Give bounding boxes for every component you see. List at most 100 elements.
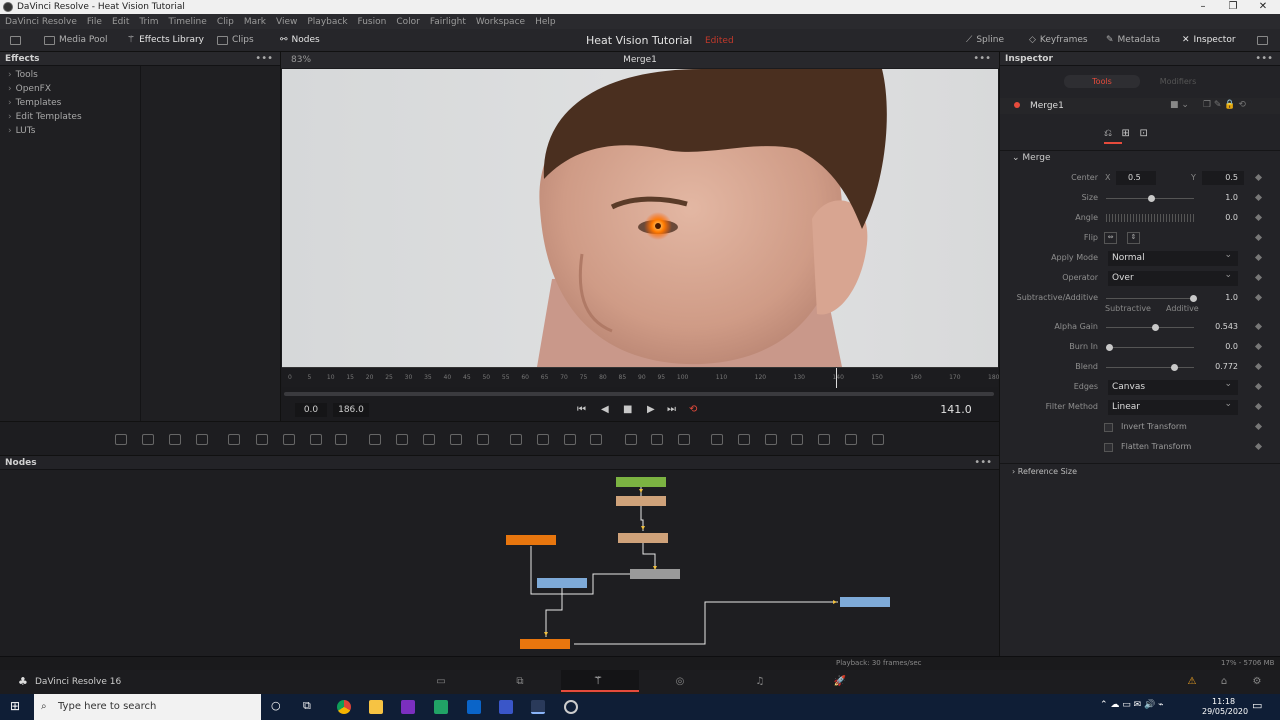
menu-help[interactable]: Help bbox=[530, 17, 561, 27]
center-y-field[interactable]: 0.5 bbox=[1202, 171, 1244, 185]
fusion-tool-icon[interactable] bbox=[115, 434, 127, 445]
file-explorer-icon[interactable] bbox=[369, 700, 383, 714]
chrome-icon[interactable] bbox=[337, 700, 351, 714]
fusion-tool-icon[interactable] bbox=[256, 434, 268, 445]
node-actions-icon[interactable]: ❐ ✎ 🔒 ⟲ bbox=[1203, 100, 1246, 110]
fusion-tool-icon[interactable] bbox=[423, 434, 435, 445]
play-reverse-icon[interactable]: ◀ bbox=[601, 404, 609, 415]
fusion-tool-icon[interactable] bbox=[369, 434, 381, 445]
node-blue-output[interactable] bbox=[840, 597, 890, 607]
onenote-icon[interactable] bbox=[401, 700, 415, 714]
app-icon-blue[interactable] bbox=[499, 700, 513, 714]
clock-time[interactable]: 11:18 bbox=[1212, 697, 1235, 706]
edges-dropdown[interactable]: Canvas bbox=[1108, 377, 1238, 395]
go-to-end-icon[interactable]: ⏭ bbox=[667, 404, 676, 415]
keyframe-diamond-icon[interactable] bbox=[1254, 402, 1263, 411]
node-blue-merge[interactable] bbox=[537, 578, 587, 588]
fusion-tool-icon[interactable] bbox=[678, 434, 690, 445]
node-tan-1[interactable] bbox=[616, 496, 666, 506]
center-x-field[interactable]: 0.5 bbox=[1116, 171, 1156, 185]
fusion-tool-icon[interactable] bbox=[625, 434, 637, 445]
keyframe-diamond-icon[interactable] bbox=[1254, 213, 1263, 222]
home-icon[interactable]: ⌂ bbox=[1217, 676, 1231, 687]
menu-davinci[interactable]: DaVinci Resolve bbox=[0, 17, 82, 27]
play-icon[interactable]: ▶ bbox=[647, 404, 655, 415]
angle-dial[interactable] bbox=[1106, 214, 1194, 222]
effects-library-button[interactable]: ⚚ Effects Library bbox=[127, 33, 204, 48]
blend-slider[interactable] bbox=[1106, 364, 1194, 371]
fusion-tool-icon[interactable] bbox=[196, 434, 208, 445]
size-field[interactable]: 1.0 bbox=[1202, 191, 1244, 205]
keyframe-diamond-icon[interactable] bbox=[1254, 422, 1263, 431]
fusion-tool-icon[interactable] bbox=[396, 434, 408, 445]
notifications-icon[interactable]: ▭ bbox=[1252, 699, 1262, 712]
blend-field[interactable]: 0.772 bbox=[1202, 360, 1244, 374]
menu-clip[interactable]: Clip bbox=[212, 17, 239, 27]
fairlight-page-icon[interactable]: ♫ bbox=[753, 676, 767, 687]
menu-fusion[interactable]: Fusion bbox=[353, 17, 392, 27]
keyframe-diamond-icon[interactable] bbox=[1254, 233, 1263, 242]
keyframe-diamond-icon[interactable] bbox=[1254, 382, 1263, 391]
fusion-tool-icon[interactable] bbox=[228, 434, 240, 445]
node-grey-merge[interactable] bbox=[630, 569, 680, 579]
slider-knob[interactable] bbox=[1151, 324, 1159, 331]
fusion-tool-icon[interactable] bbox=[283, 434, 295, 445]
slider-knob[interactable] bbox=[1106, 344, 1113, 351]
menu-file[interactable]: File bbox=[82, 17, 107, 27]
keyframe-diamond-icon[interactable] bbox=[1254, 342, 1263, 351]
cut-page-icon[interactable]: ⧉ bbox=[513, 676, 527, 687]
start-frame-field[interactable]: 0.0 bbox=[295, 403, 327, 417]
keyframe-diamond-icon[interactable] bbox=[1254, 362, 1263, 371]
node-options-icon[interactable]: ■ ⌄ bbox=[1170, 100, 1189, 110]
media-page-icon[interactable]: ▭ bbox=[434, 676, 448, 687]
current-frame-field[interactable]: 141.0 bbox=[931, 403, 981, 417]
fusion-tool-icon[interactable] bbox=[477, 434, 489, 445]
subadd-slider[interactable] bbox=[1106, 295, 1197, 302]
keyframe-diamond-icon[interactable] bbox=[1254, 322, 1263, 331]
end-frame-field[interactable]: 186.0 bbox=[333, 403, 369, 417]
menu-mark[interactable]: Mark bbox=[239, 17, 271, 27]
flatten-transform-checkbox[interactable] bbox=[1104, 443, 1113, 452]
loop-icon[interactable]: ⟲ bbox=[689, 404, 697, 415]
outlook-icon[interactable] bbox=[467, 700, 481, 714]
taskbar-search-box[interactable]: ⌕ Type here to search bbox=[34, 694, 261, 720]
panel-right-toggle-icon[interactable] bbox=[1257, 33, 1268, 48]
keyframe-diamond-icon[interactable] bbox=[1254, 293, 1263, 302]
effects-item-openfx[interactable]: OpenFX bbox=[0, 82, 140, 96]
nodes-button[interactable]: ⚯ Nodes bbox=[280, 33, 320, 48]
viewer-image[interactable] bbox=[282, 69, 998, 367]
nodes-menu-icon[interactable]: ••• bbox=[974, 457, 992, 468]
effects-menu-icon[interactable]: ••• bbox=[255, 53, 273, 64]
flip-vertical-icon[interactable]: ⇕ bbox=[1127, 232, 1140, 244]
alpha-gain-slider[interactable] bbox=[1106, 324, 1194, 331]
slider-knob[interactable] bbox=[1148, 195, 1155, 202]
color-page-icon[interactable]: ◎ bbox=[673, 676, 687, 687]
menu-playback[interactable]: Playback bbox=[302, 17, 352, 27]
fusion-tool-icon[interactable] bbox=[651, 434, 663, 445]
metadata-button[interactable]: ✎ Metadata bbox=[1106, 33, 1160, 48]
menu-workspace[interactable]: Workspace bbox=[471, 17, 530, 27]
app-icon-circle[interactable] bbox=[564, 700, 578, 714]
fusion-tool-icon[interactable] bbox=[818, 434, 830, 445]
fusion-tool-icon[interactable] bbox=[335, 434, 347, 445]
keyframe-diamond-icon[interactable] bbox=[1254, 442, 1263, 451]
spline-button[interactable]: ⟋ Spline bbox=[966, 33, 1004, 48]
menu-edit[interactable]: Edit bbox=[107, 17, 134, 27]
keyframe-diamond-icon[interactable] bbox=[1254, 253, 1263, 262]
project-dropdown-icon[interactable]: ⌄ bbox=[684, 35, 692, 45]
fusion-tool-icon[interactable] bbox=[537, 434, 549, 445]
fusion-tool-icon[interactable] bbox=[510, 434, 522, 445]
fusion-tool-icon[interactable] bbox=[845, 434, 857, 445]
keyframes-button[interactable]: ◇ Keyframes bbox=[1029, 33, 1088, 48]
clock-date[interactable]: 29/05/2020 bbox=[1202, 707, 1248, 716]
effects-item-luts[interactable]: LUTs bbox=[0, 124, 140, 138]
fusion-tool-icon[interactable] bbox=[310, 434, 322, 445]
deliver-page-icon[interactable]: 🚀 bbox=[833, 676, 847, 687]
tab-tools[interactable]: Tools bbox=[1064, 75, 1140, 88]
time-ruler[interactable]: 0 5 10 15 20 25 30 35 40 45 50 55 60 65 70 75 80 85 90 95 10… bbox=[282, 367, 999, 388]
node-orange-top[interactable] bbox=[506, 535, 556, 545]
media-pool-button[interactable]: Media Pool bbox=[44, 33, 108, 48]
fusion-tool-icon[interactable] bbox=[590, 434, 602, 445]
playhead[interactable] bbox=[836, 368, 838, 388]
fusion-tool-icon[interactable] bbox=[765, 434, 777, 445]
